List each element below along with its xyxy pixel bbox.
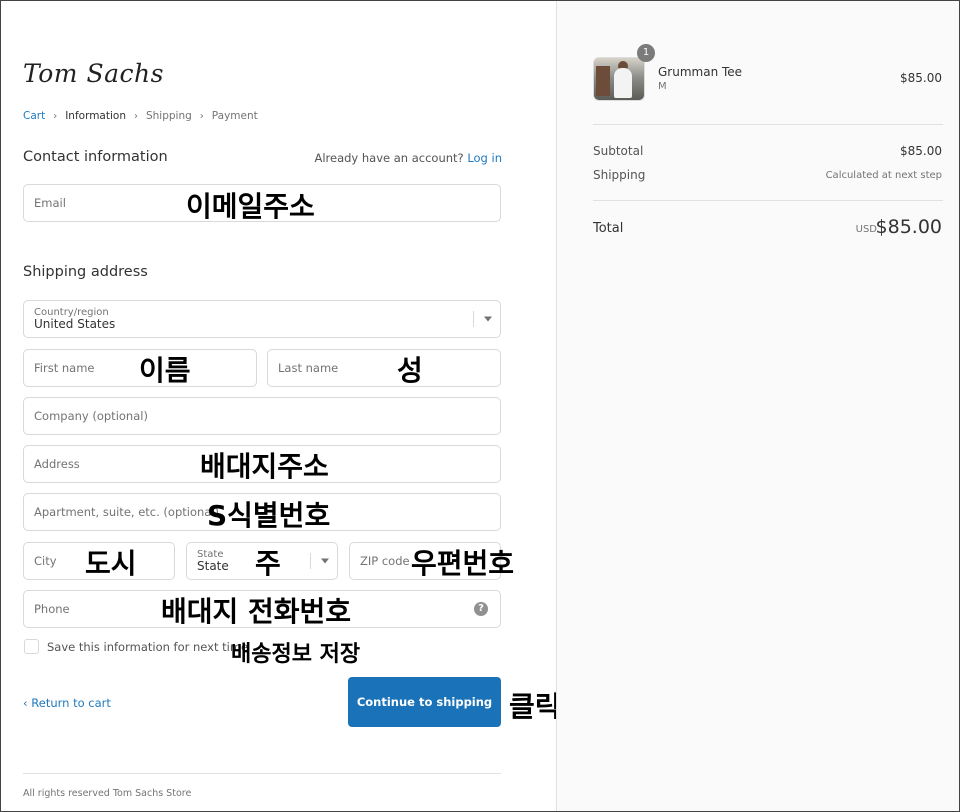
annotation-zip: 우편번호 [411, 547, 515, 580]
chevron-right-icon: › [133, 110, 138, 122]
subtotal-label: Subtotal [593, 144, 644, 158]
shipping-title: Shipping address [23, 264, 148, 280]
chevron-right-icon: › [53, 110, 58, 122]
quantity-badge: 1 [637, 44, 655, 62]
annotation-state: 주 [255, 547, 281, 580]
contact-title: Contact information [23, 149, 168, 165]
product-price: $85.00 [900, 71, 942, 85]
annotation-phone: 배대지 전화번호 [161, 595, 352, 628]
login-link[interactable]: Log in [467, 151, 502, 165]
state-value: State [197, 559, 229, 573]
continue-to-shipping-button[interactable]: Continue to shipping [348, 677, 501, 727]
address-placeholder: Address [34, 457, 80, 471]
breadcrumb-payment: Payment [211, 110, 258, 122]
product-size: M [658, 81, 667, 92]
zip-placeholder: ZIP code [360, 554, 410, 568]
annotation-last-name: 성 [397, 354, 423, 387]
have-account-text: Already have an account? Log in [314, 151, 502, 165]
total-label: Total [593, 221, 624, 236]
last-name-placeholder: Last name [278, 361, 339, 375]
return-to-cart-link[interactable]: ‹ Return to cart [23, 696, 111, 710]
store-logo[interactable]: Tom Sachs [23, 59, 164, 88]
footer-divider [23, 773, 501, 774]
last-name-field[interactable]: Last name [267, 349, 501, 387]
summary-divider [593, 124, 943, 125]
total-value: $85.00 [875, 216, 942, 238]
breadcrumb-information: Information [65, 110, 126, 122]
country-select[interactable]: Country/region United States [23, 300, 501, 338]
subtotal-value: $85.00 [900, 144, 942, 158]
save-info-checkbox[interactable] [24, 639, 39, 654]
summary-divider [593, 200, 943, 201]
product-name: Grumman Tee [658, 65, 743, 79]
have-account-label: Already have an account? [314, 151, 464, 165]
email-placeholder: Email [34, 196, 66, 210]
shipping-label: Shipping [593, 168, 646, 182]
company-placeholder: Company (optional) [34, 409, 148, 423]
return-to-cart-label: Return to cart [31, 696, 111, 710]
product-thumbnail [593, 57, 645, 101]
chevron-right-icon: › [199, 110, 204, 122]
annotation-click: 클릭 [509, 690, 561, 723]
annotation-apartment: S식별번호 [207, 499, 331, 532]
apartment-placeholder: Apartment, suite, etc. (optional) [34, 505, 220, 519]
breadcrumb-shipping: Shipping [145, 110, 192, 122]
breadcrumb: Cart › Information › Shipping › Payment [23, 110, 258, 122]
company-field[interactable]: Company (optional) [23, 397, 501, 435]
footer-text: All rights reserved Tom Sachs Store [23, 788, 192, 799]
total-currency: USD [855, 224, 877, 235]
shipping-value: Calculated at next step [825, 170, 942, 181]
help-icon[interactable]: ? [474, 602, 488, 616]
city-placeholder: City [34, 554, 57, 568]
breadcrumb-cart[interactable]: Cart [23, 110, 45, 122]
thumbnail-person [614, 68, 632, 98]
annotation-email: 이메일주소 [186, 190, 315, 223]
chevron-down-icon [484, 316, 492, 322]
chevron-left-icon: ‹ [23, 696, 28, 710]
annotation-first-name: 이름 [139, 354, 191, 387]
annotation-city: 도시 [85, 547, 137, 580]
thumbnail-shelf [596, 66, 610, 96]
country-value: United States [34, 317, 116, 331]
annotation-address: 배대지주소 [200, 450, 329, 483]
order-summary: 1 Grumman Tee M $85.00 Subtotal $85.00 S… [556, 1, 959, 811]
save-info-label[interactable]: Save this information for next time [47, 640, 248, 654]
chevron-down-icon [321, 558, 329, 564]
checkout-main: Tom Sachs Cart › Information › Shipping … [1, 1, 561, 811]
annotation-save: 배송정보 저장 [231, 642, 361, 667]
phone-placeholder: Phone [34, 602, 70, 616]
first-name-placeholder: First name [34, 361, 95, 375]
select-divider [310, 553, 311, 569]
select-divider [473, 311, 474, 327]
